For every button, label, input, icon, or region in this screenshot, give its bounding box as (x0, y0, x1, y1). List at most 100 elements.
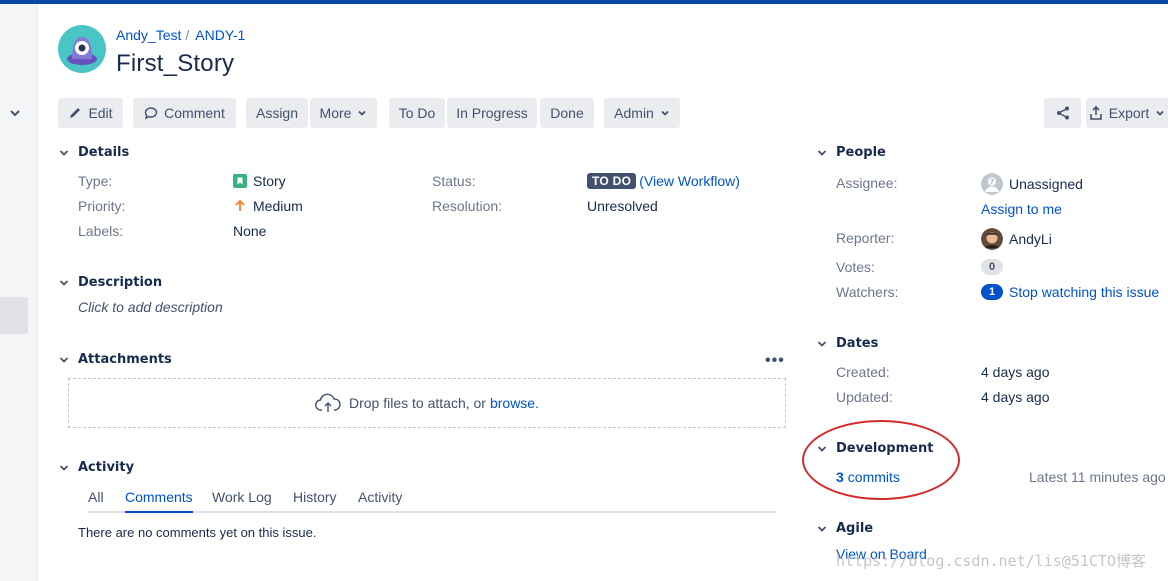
tab-all[interactable]: All (88, 489, 104, 513)
issue-title[interactable]: First_Story (116, 50, 234, 78)
view-workflow-link[interactable]: (View Workflow) (639, 173, 740, 189)
story-icon (233, 174, 247, 188)
pencil-icon (70, 108, 81, 118)
priority-label: Priority: (78, 198, 126, 214)
comment-button-label: Comment (164, 105, 225, 121)
breadcrumb: Andy_Test / ANDY-1 (116, 27, 245, 43)
reporter-value[interactable]: AndyLi (981, 228, 1052, 250)
done-button-label: Done (550, 105, 584, 121)
admin-dropdown-button[interactable]: Admin (604, 98, 680, 128)
chevron-down-icon (59, 464, 69, 471)
priority-value: Medium (233, 198, 303, 214)
assign-to-me-link[interactable]: Assign to me (981, 201, 1062, 217)
tab-comments[interactable]: Comments (125, 489, 193, 513)
watchers-count-badge[interactable]: 1 (981, 284, 1003, 300)
status-value: TO DO (View Workflow) (587, 173, 740, 189)
arrow-up-icon (235, 199, 245, 211)
updated-label: Updated: (836, 389, 893, 405)
people-section-toggle[interactable]: People (816, 145, 886, 160)
breadcrumb-issue-key-link[interactable]: ANDY-1 (195, 27, 245, 43)
dates-section-toggle[interactable]: Dates (816, 336, 878, 351)
chevron-down-icon (817, 149, 827, 156)
user-avatar-icon (981, 228, 1003, 250)
status-label: Status: (432, 173, 476, 189)
sidebar-selected-item[interactable] (0, 297, 28, 334)
in-progress-transition-button[interactable]: In Progress (447, 98, 537, 128)
resolution-label: Resolution: (432, 198, 503, 214)
votes-count-badge: 0 (981, 259, 1003, 275)
votes-label: Votes: (836, 259, 875, 275)
share-button[interactable] (1044, 98, 1081, 128)
watchers-label: Watchers: (836, 284, 899, 300)
left-sidebar (0, 4, 38, 581)
details-section-toggle[interactable]: Details (58, 145, 129, 160)
chevron-down-icon (817, 525, 827, 532)
breadcrumb-separator: / (185, 27, 190, 43)
export-button-label: Export (1108, 105, 1150, 121)
assign-button-label: Assign (255, 105, 299, 121)
labels-value[interactable]: None (233, 223, 266, 239)
dates-heading: Dates (836, 336, 879, 351)
description-heading: Description (78, 275, 163, 290)
resolution-value: Unresolved (587, 198, 658, 214)
tab-history[interactable]: History (293, 489, 337, 513)
people-heading: People (836, 145, 886, 160)
unassigned-avatar-icon: ? (981, 173, 1003, 195)
type-text: Story (253, 173, 286, 189)
edit-button[interactable]: Edit (58, 98, 123, 128)
assignee-value[interactable]: ? Unassigned (981, 173, 1083, 195)
created-value: 4 days ago (981, 364, 1050, 380)
type-value: Story (233, 173, 286, 189)
attachments-section-toggle[interactable]: Attachments (58, 352, 172, 367)
edit-button-label: Edit (88, 105, 113, 121)
agile-section-toggle[interactable]: Agile (816, 521, 873, 536)
red-circle-annotation (802, 420, 960, 500)
breadcrumb-project-link[interactable]: Andy_Test (116, 27, 181, 43)
export-dropdown-button[interactable]: Export (1086, 98, 1168, 128)
details-heading: Details (78, 145, 130, 160)
done-transition-button[interactable]: Done (540, 98, 594, 128)
assignee-label: Assignee: (836, 175, 898, 191)
svg-text:?: ? (990, 178, 994, 186)
chevron-down-icon (1156, 110, 1164, 116)
comment-button[interactable]: Comment (133, 98, 236, 128)
admin-button-label: Admin (614, 105, 654, 121)
chevron-down-icon (817, 340, 827, 347)
chevron-down-icon[interactable] (8, 106, 22, 120)
activity-tabs: All Comments Work Log History Activity (88, 489, 776, 513)
stop-watching-link[interactable]: Stop watching this issue (1009, 284, 1159, 300)
chevron-down-icon (59, 149, 69, 156)
activity-heading: Activity (78, 460, 135, 475)
description-placeholder[interactable]: Click to add description (78, 299, 223, 315)
todo-transition-button[interactable]: To Do (389, 98, 445, 128)
activity-section-toggle[interactable]: Activity (58, 460, 134, 475)
dropzone-text: Drop files to attach, or (349, 395, 486, 411)
chevron-down-icon (358, 110, 367, 116)
chevron-down-icon (59, 356, 69, 363)
description-section-toggle[interactable]: Description (58, 275, 162, 290)
browse-link[interactable]: browse. (490, 395, 539, 411)
priority-text: Medium (253, 198, 303, 214)
tab-work-log[interactable]: Work Log (212, 489, 272, 513)
assign-button[interactable]: Assign (246, 98, 308, 128)
top-accent-bar (0, 0, 1168, 4)
share-icon (1056, 106, 1069, 120)
cloud-upload-icon (315, 393, 341, 412)
chevron-down-icon (59, 279, 69, 286)
chevron-down-icon (661, 110, 669, 116)
attachment-dropzone[interactable]: Drop files to attach, or browse. (68, 378, 786, 428)
votes-value[interactable]: 0 (981, 259, 1003, 275)
assignee-text: Unassigned (1009, 176, 1083, 192)
todo-button-label: To Do (398, 105, 436, 121)
labels-label: Labels: (78, 223, 124, 239)
latest-commit-time: Latest 11 minutes ago (1029, 469, 1166, 485)
more-dropdown-button[interactable]: More (310, 98, 377, 128)
tab-activity[interactable]: Activity (358, 489, 402, 513)
attachments-more-icon[interactable]: ••• (765, 352, 785, 370)
no-comments-message: There are no comments yet on this issue. (78, 525, 317, 540)
more-button-label: More (319, 105, 352, 121)
project-avatar-icon[interactable] (58, 25, 106, 73)
status-lozenge: TO DO (587, 173, 637, 189)
type-label: Type: (78, 173, 113, 189)
created-label: Created: (836, 364, 890, 380)
